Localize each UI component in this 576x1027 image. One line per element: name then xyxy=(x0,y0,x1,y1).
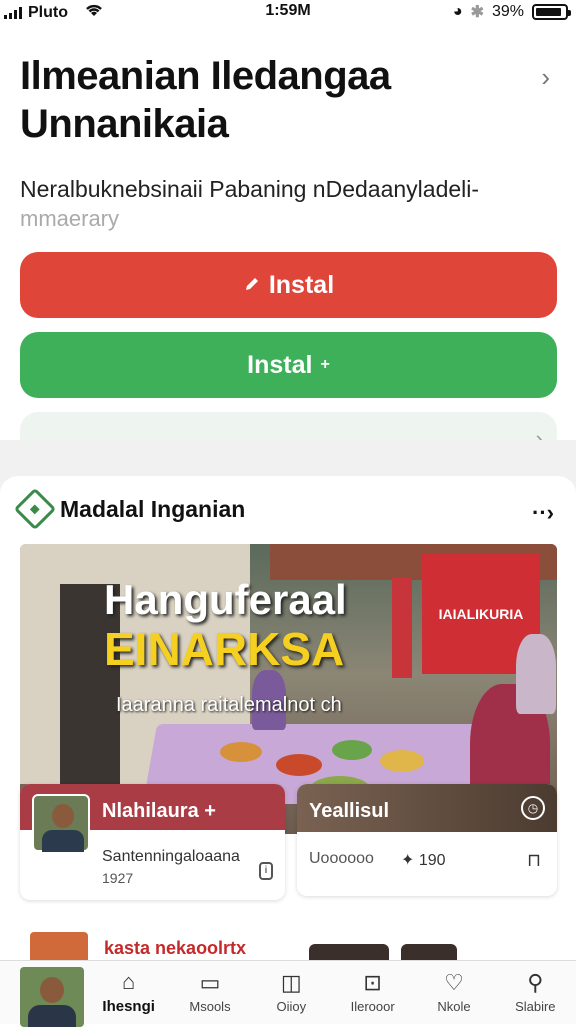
heart-icon: ♡ xyxy=(444,970,464,995)
hero-title-line2: EINARKSA xyxy=(104,623,345,675)
more-icon[interactable]: ··› xyxy=(532,500,554,526)
section-title: Madalal Inganian xyxy=(60,495,246,522)
chevron-right-icon[interactable]: › xyxy=(541,62,550,93)
tab-store[interactable]: ⊡ Ilerooor xyxy=(332,961,413,1024)
card-name: Nlahilaura + xyxy=(102,800,216,822)
avatar xyxy=(32,794,90,852)
app-subtitle-cont: mmaerary xyxy=(20,206,120,231)
person-figure xyxy=(516,634,556,714)
food-bowl xyxy=(380,750,424,772)
tab-tools[interactable]: ▭ Msools xyxy=(169,961,250,1024)
tab-label: Ihesngi xyxy=(102,998,155,1015)
app-subtitle: Neralbuknebsinaii Pabaning nDedaanyladel… xyxy=(20,176,480,202)
focus-icon: ◕ xyxy=(452,3,463,20)
card-meta: Uoooooo xyxy=(309,850,374,867)
status-bar: Pluto 1:59M ◕ ✱ 39% xyxy=(0,0,576,24)
box-icon: ▭ xyxy=(199,970,221,995)
food-bowl xyxy=(220,742,262,762)
tab-label: Nkole xyxy=(437,999,471,1014)
app-title-line2: Unnanikaia xyxy=(20,102,229,146)
hero-caption: Iaaranna raitalemalnot ch xyxy=(116,694,342,716)
user-icon: ⚲ xyxy=(527,970,544,995)
home-icon: ⌂ xyxy=(122,969,136,994)
pencil-icon xyxy=(243,271,261,300)
install-primary-label: Instal xyxy=(268,270,335,299)
card-number: 1927 xyxy=(102,870,134,886)
banner-text: IAIALIKURIA xyxy=(438,606,524,622)
profile-avatar[interactable] xyxy=(18,961,88,1027)
tab-favorites[interactable]: ♡ Nkole xyxy=(413,961,494,1024)
info-icon[interactable]: i xyxy=(259,862,273,880)
event-card[interactable]: Nlahilaura + Santenningaloaana 1927 i xyxy=(20,784,285,900)
clock-label: 1:59M xyxy=(265,2,311,19)
bluetooth-icon: ✱ xyxy=(470,4,484,21)
peek-label: kasta nekaoolrtx xyxy=(104,938,247,958)
install-secondary-label: Instal xyxy=(247,350,313,379)
food-bowl xyxy=(276,754,322,776)
tab-profile[interactable]: ⚲ Slabire xyxy=(495,961,576,1024)
app-title-line1: Ilmeanian Iledangaa xyxy=(20,54,391,98)
card-rating: ✦ 190 xyxy=(401,852,446,869)
install-button-primary[interactable]: Instal xyxy=(20,252,557,318)
tab-label: Slabire xyxy=(515,999,556,1014)
tab-label: Msools xyxy=(189,999,231,1014)
section-header: ◆ Madalal Inganian xyxy=(13,487,246,531)
plus-icon: + xyxy=(320,356,330,373)
brand-logo-icon: ◆ xyxy=(13,487,57,531)
tab-library[interactable]: ◫ Oiioy xyxy=(251,961,332,1024)
tab-label: Oiioy xyxy=(276,999,307,1014)
battery-percent: 39% xyxy=(491,3,524,20)
bag-icon: ⊡ xyxy=(363,970,382,995)
tab-label: Ilerooor xyxy=(350,999,395,1014)
card-description: Santenningaloaana xyxy=(102,848,240,865)
event-card[interactable]: Yeallisul ◷ Uoooooo ✦ 190 ⊓ xyxy=(297,784,557,896)
bookmark-icon[interactable]: ⊓ xyxy=(527,850,541,871)
app-header: Ilmeanian Iledangaa Unnanikaia xyxy=(20,52,520,148)
bottom-tab-bar: ⌂ Ihesngi ▭ Msools ◫ Oiioy ⊡ Ilerooor ♡ … xyxy=(0,960,576,1027)
food-bowl xyxy=(332,740,372,760)
red-flag xyxy=(392,578,412,678)
battery-icon xyxy=(532,4,571,20)
card-name: Yeallisul xyxy=(309,800,390,822)
book-icon: ◫ xyxy=(280,970,302,995)
clock-icon[interactable]: ◷ xyxy=(521,796,545,820)
install-button-secondary[interactable]: Instal + xyxy=(20,332,557,398)
tab-home[interactable]: ⌂ Ihesngi xyxy=(88,961,169,1024)
hero-title-line1: Hanguferaal xyxy=(104,576,347,623)
